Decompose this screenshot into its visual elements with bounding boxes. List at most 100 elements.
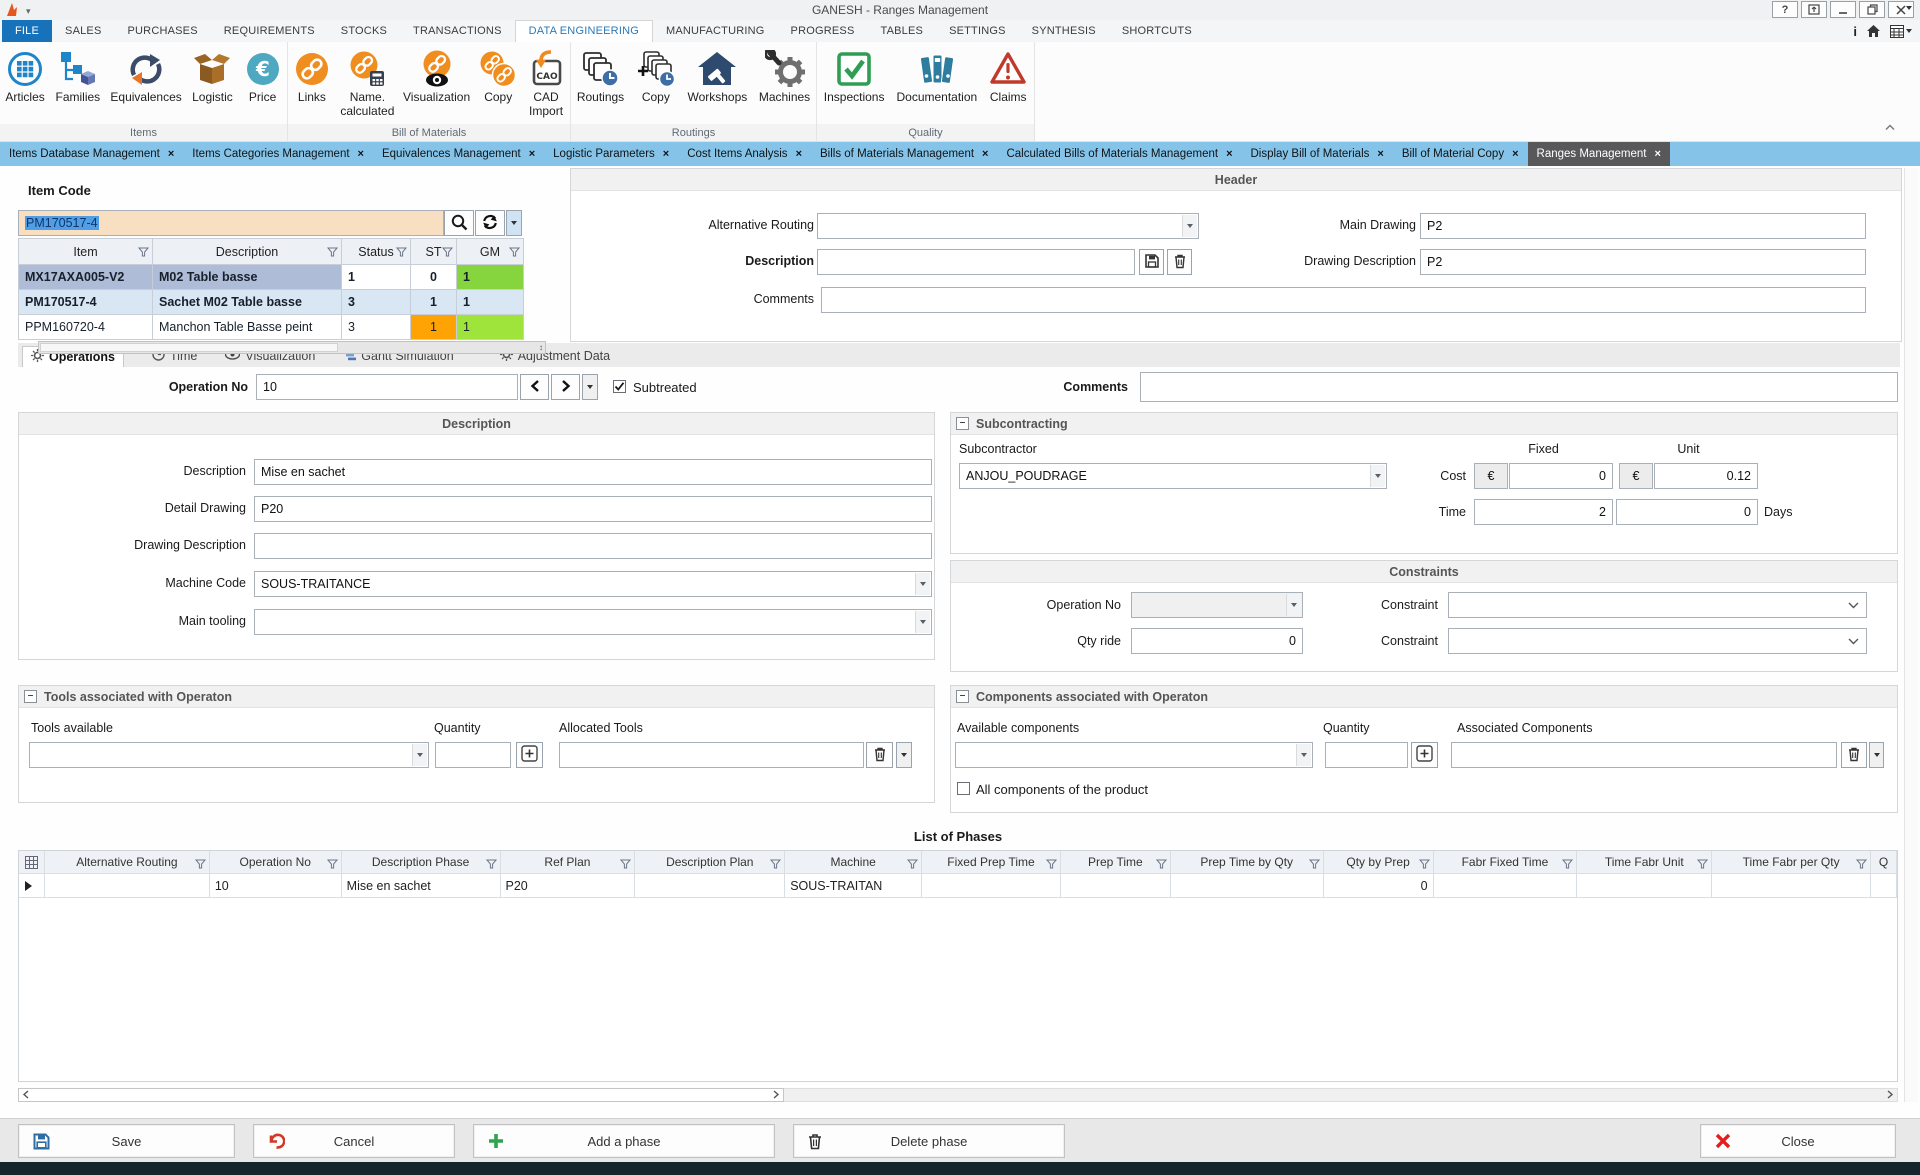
menu-tab-file[interactable]: FILE (2, 20, 52, 42)
filter-icon[interactable] (620, 859, 631, 869)
all-components-checkbox[interactable] (957, 782, 970, 795)
phases-hscrollbar[interactable] (18, 1088, 784, 1102)
menu-tab-data-engineering[interactable]: DATA ENGINEERING (515, 20, 653, 42)
ribbon-name-calculated[interactable]: Name. calculated (336, 47, 399, 121)
allocated-tools-input[interactable] (559, 742, 864, 768)
filter-icon[interactable] (509, 247, 520, 257)
filter-icon[interactable] (770, 859, 781, 869)
phases-header-prep-time[interactable]: Prep Time (1061, 851, 1171, 874)
filter-icon[interactable] (1419, 859, 1430, 869)
tools-available-combo[interactable] (29, 742, 429, 768)
add-tool-button[interactable] (516, 742, 543, 768)
menu-tab-transactions[interactable]: TRANSACTIONS (400, 20, 515, 42)
doc-tab-ranges-management[interactable]: Ranges Management× (1528, 142, 1670, 166)
tab-close-icon[interactable]: × (1512, 148, 1518, 160)
phase-row[interactable]: 10Mise en sachetP20SOUS-TRAITAN0 (19, 874, 1897, 898)
operation-comments-input[interactable] (1140, 372, 1898, 402)
item-code-search-input[interactable]: PM170517-4 (18, 210, 444, 236)
ribbon-documentation[interactable]: Documentation (890, 47, 983, 107)
menu-tab-synthesis[interactable]: SYNTHESIS (1019, 20, 1109, 42)
tab-close-icon[interactable]: × (982, 148, 988, 160)
header-comments-input[interactable] (821, 287, 1866, 313)
cost-fixed-input[interactable]: 0 (1509, 463, 1613, 489)
delete-tool-button[interactable] (866, 742, 893, 768)
filter-icon[interactable] (138, 247, 149, 257)
tab-close-icon[interactable]: × (796, 148, 802, 160)
collapse-icon[interactable]: – (24, 690, 37, 703)
phases-header-prep-time-by-qty[interactable]: Prep Time by Qty (1171, 851, 1324, 874)
menu-tab-purchases[interactable]: PURCHASES (115, 20, 211, 42)
scroll-right-icon[interactable] (772, 1088, 780, 1102)
menu-tab-requirements[interactable]: REQUIREMENTS (211, 20, 328, 42)
add-component-button[interactable] (1411, 742, 1438, 768)
filter-icon[interactable] (1856, 859, 1867, 869)
footer-add-a-phase-button[interactable]: Add a phase (473, 1124, 775, 1158)
info-icon[interactable]: i (1853, 24, 1857, 39)
main-tooling-combo[interactable] (254, 609, 932, 635)
minimize-button[interactable] (1830, 1, 1856, 18)
ribbon-collapse-icon[interactable] (1884, 120, 1896, 134)
item-grid-header-description[interactable]: Description (153, 239, 342, 265)
constraint-operation-no-combo[interactable] (1131, 592, 1303, 618)
chevron-down-icon[interactable] (1286, 594, 1301, 616)
alternative-routing-combo[interactable] (817, 213, 1199, 239)
tab-close-icon[interactable]: × (1377, 148, 1383, 160)
chevron-down-icon[interactable] (915, 611, 930, 633)
ribbon-copy[interactable]: Copy (474, 47, 522, 107)
machine-code-combo[interactable]: SOUS-TRAITANCE (254, 571, 932, 597)
filter-icon[interactable] (1697, 859, 1708, 869)
phases-grid-icon[interactable] (19, 851, 45, 874)
cost-unit-input[interactable]: 0.12 (1654, 463, 1758, 489)
doc-tab-items-database-management[interactable]: Items Database Management× (0, 142, 183, 166)
time-fixed-input[interactable]: 2 (1474, 499, 1613, 525)
phases-header-machine[interactable]: Machine (785, 851, 922, 874)
ribbon-logistic[interactable]: Logistic (187, 47, 238, 107)
constraint2-combo[interactable] (1448, 628, 1867, 654)
menu-tab-sales[interactable]: SALES (52, 20, 114, 42)
doc-tab-bills-of-materials-management[interactable]: Bills of Materials Management× (811, 142, 997, 166)
filter-icon[interactable] (327, 859, 338, 869)
pin-button[interactable] (1801, 1, 1827, 18)
menu-tab-manufacturing[interactable]: MANUFACTURING (653, 20, 778, 42)
doc-tab-logistic-parameters[interactable]: Logistic Parameters× (544, 142, 678, 166)
phases-header-fabr-fixed-time[interactable]: Fabr Fixed Time (1434, 851, 1578, 874)
restore-button[interactable] (1859, 1, 1885, 18)
search-dropdown-button[interactable] (506, 210, 522, 236)
item-row-ppm160720-4[interactable]: PPM160720-4Manchon Table Basse peint311 (19, 315, 524, 340)
item-grid-header-st[interactable]: ST (411, 239, 457, 265)
associated-components-dropdown[interactable] (1869, 742, 1884, 768)
phases-header-time-fabr-unit[interactable]: Time Fabr Unit (1577, 851, 1712, 874)
scrollbar-sizer-icon[interactable]: ↕ (539, 343, 543, 353)
item-row-mx17axa005-v2[interactable]: MX17AXA005-V2M02 Table basse101 (19, 265, 524, 290)
doc-tab-cost-items-analysis[interactable]: Cost Items Analysis× (678, 142, 811, 166)
operation-no-input[interactable]: 10 (256, 374, 518, 400)
chevron-down-icon[interactable] (915, 573, 930, 595)
description-field-input[interactable]: Mise en sachet (254, 459, 932, 485)
tab-close-icon[interactable]: × (1226, 148, 1232, 160)
qty-ride-input[interactable]: 0 (1131, 628, 1303, 654)
filter-icon[interactable] (486, 859, 497, 869)
footer-delete-phase-button[interactable]: Delete phase (793, 1124, 1065, 1158)
phases-header-alternative-routing[interactable]: Alternative Routing (45, 851, 210, 874)
save-description-button[interactable] (1139, 249, 1164, 275)
header-description-input[interactable] (817, 249, 1135, 275)
next-operation-button[interactable] (551, 374, 580, 400)
doc-tab-equivalences-management[interactable]: Equivalences Management× (373, 142, 544, 166)
phases-header-fixed-prep-time[interactable]: Fixed Prep Time (922, 851, 1061, 874)
available-components-combo[interactable] (955, 742, 1313, 768)
ribbon-machines[interactable]: Machines (753, 47, 816, 107)
filter-icon[interactable] (907, 859, 918, 869)
home-icon[interactable] (1866, 24, 1881, 38)
filter-icon[interactable] (1046, 859, 1057, 869)
tab-close-icon[interactable]: × (1654, 148, 1660, 160)
operation-dropdown-button[interactable] (582, 374, 598, 400)
drawing-description2-input[interactable] (254, 533, 932, 559)
ribbon-price[interactable]: €Price (238, 47, 287, 107)
phases-header-operation-no[interactable]: Operation No (210, 851, 342, 874)
detail-drawing-input[interactable]: P20 (254, 496, 932, 522)
chevron-down-icon[interactable] (412, 744, 427, 766)
ribbon-copy[interactable]: Copy (630, 47, 682, 107)
doc-tab-items-categories-management[interactable]: Items Categories Management× (183, 142, 373, 166)
content-hscrollbar[interactable] (784, 1088, 1898, 1102)
ribbon-articles[interactable]: Articles (0, 47, 50, 107)
